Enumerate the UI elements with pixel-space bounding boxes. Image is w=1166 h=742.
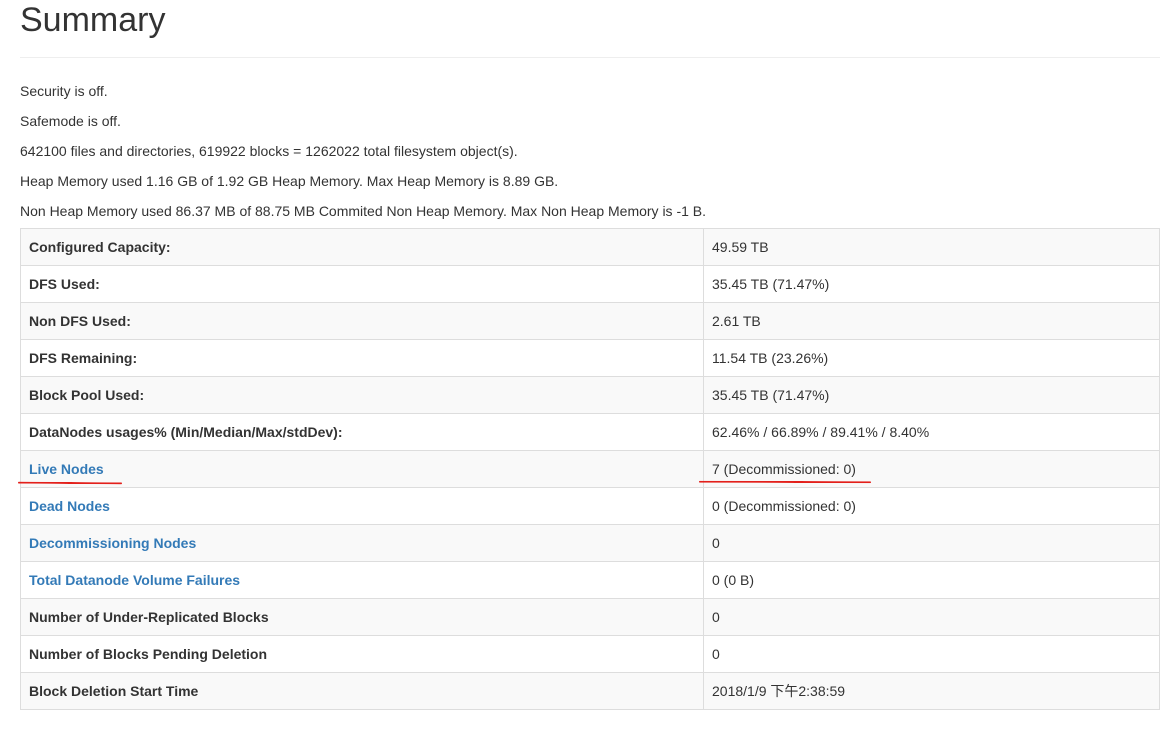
row-value-under-replicated-blocks: 0 xyxy=(703,598,1160,636)
filesystem-objects-info: 642100 files and directories, 619922 blo… xyxy=(20,143,518,159)
row-label-volume-failures: Total Datanode Volume Failures xyxy=(20,561,704,599)
title-divider xyxy=(20,57,1160,58)
row-label-live-nodes: Live Nodes xyxy=(20,450,704,488)
row-label-non-dfs-used: Non DFS Used: xyxy=(20,302,704,340)
status-info: Security is off. Safemode is off. 642100… xyxy=(20,76,1160,226)
table-row: Number of Blocks Pending Deletion 0 xyxy=(20,635,1160,673)
row-label-block-pool-used: Block Pool Used: xyxy=(20,376,704,414)
table-row: DFS Used: 35.45 TB (71.47%) xyxy=(20,265,1160,303)
table-row: DataNodes usages% (Min/Median/Max/stdDev… xyxy=(20,413,1160,451)
table-row: Non DFS Used: 2.61 TB xyxy=(20,302,1160,340)
row-value-dfs-used: 35.45 TB (71.47%) xyxy=(703,265,1160,303)
row-value-non-dfs-used: 2.61 TB xyxy=(703,302,1160,340)
summary-table: Configured Capacity: 49.59 TB DFS Used: … xyxy=(20,228,1160,710)
row-value-datanodes-usages: 62.46% / 66.89% / 89.41% / 8.40% xyxy=(703,413,1160,451)
table-row: Dead Nodes 0 (Decommissioned: 0) xyxy=(20,487,1160,525)
live-nodes-link[interactable]: Live Nodes xyxy=(29,461,104,477)
table-row: Number of Under-Replicated Blocks 0 xyxy=(20,598,1160,636)
table-row: Block Pool Used: 35.45 TB (71.47%) xyxy=(20,376,1160,414)
volume-failures-link[interactable]: Total Datanode Volume Failures xyxy=(29,572,240,588)
table-row: Decommissioning Nodes 0 xyxy=(20,524,1160,562)
table-row: Live Nodes 7 (Decommissioned: 0) xyxy=(20,450,1160,488)
table-row: Total Datanode Volume Failures 0 (0 B) xyxy=(20,561,1160,599)
table-row: Configured Capacity: 49.59 TB xyxy=(20,228,1160,266)
dead-nodes-link[interactable]: Dead Nodes xyxy=(29,498,110,514)
safemode-status: Safemode is off. xyxy=(20,113,121,129)
row-value-configured-capacity: 49.59 TB xyxy=(703,228,1160,266)
security-status: Security is off. xyxy=(20,83,108,99)
decommissioning-nodes-link[interactable]: Decommissioning Nodes xyxy=(29,535,196,551)
page-title: Summary xyxy=(20,1,166,39)
row-label-configured-capacity: Configured Capacity: xyxy=(20,228,704,266)
row-value-deletion-start-time: 2018/1/9 下午2:38:59 xyxy=(703,672,1160,710)
row-label-under-replicated-blocks: Number of Under-Replicated Blocks xyxy=(20,598,704,636)
row-label-datanodes-usages: DataNodes usages% (Min/Median/Max/stdDev… xyxy=(20,413,704,451)
row-value-block-pool-used: 35.45 TB (71.47%) xyxy=(703,376,1160,414)
row-value-decommissioning-nodes: 0 xyxy=(703,524,1160,562)
heap-memory-info: Heap Memory used 1.16 GB of 1.92 GB Heap… xyxy=(20,173,559,189)
row-label-decommissioning-nodes: Decommissioning Nodes xyxy=(20,524,704,562)
row-label-deletion-start-time: Block Deletion Start Time xyxy=(20,672,704,710)
row-value-pending-deletion: 0 xyxy=(703,635,1160,673)
row-label-pending-deletion: Number of Blocks Pending Deletion xyxy=(20,635,704,673)
row-value-volume-failures: 0 (0 B) xyxy=(703,561,1160,599)
row-value-dfs-remaining: 11.54 TB (23.26%) xyxy=(703,339,1160,377)
table-row: DFS Remaining: 11.54 TB (23.26%) xyxy=(20,339,1160,377)
row-value-dead-nodes: 0 (Decommissioned: 0) xyxy=(703,487,1160,525)
non-heap-memory-info: Non Heap Memory used 86.37 MB of 88.75 M… xyxy=(20,203,707,219)
table-row: Block Deletion Start Time 2018/1/9 下午2:3… xyxy=(20,672,1160,710)
row-label-dfs-remaining: DFS Remaining: xyxy=(20,339,704,377)
row-label-dead-nodes: Dead Nodes xyxy=(20,487,704,525)
row-label-dfs-used: DFS Used: xyxy=(20,265,704,303)
